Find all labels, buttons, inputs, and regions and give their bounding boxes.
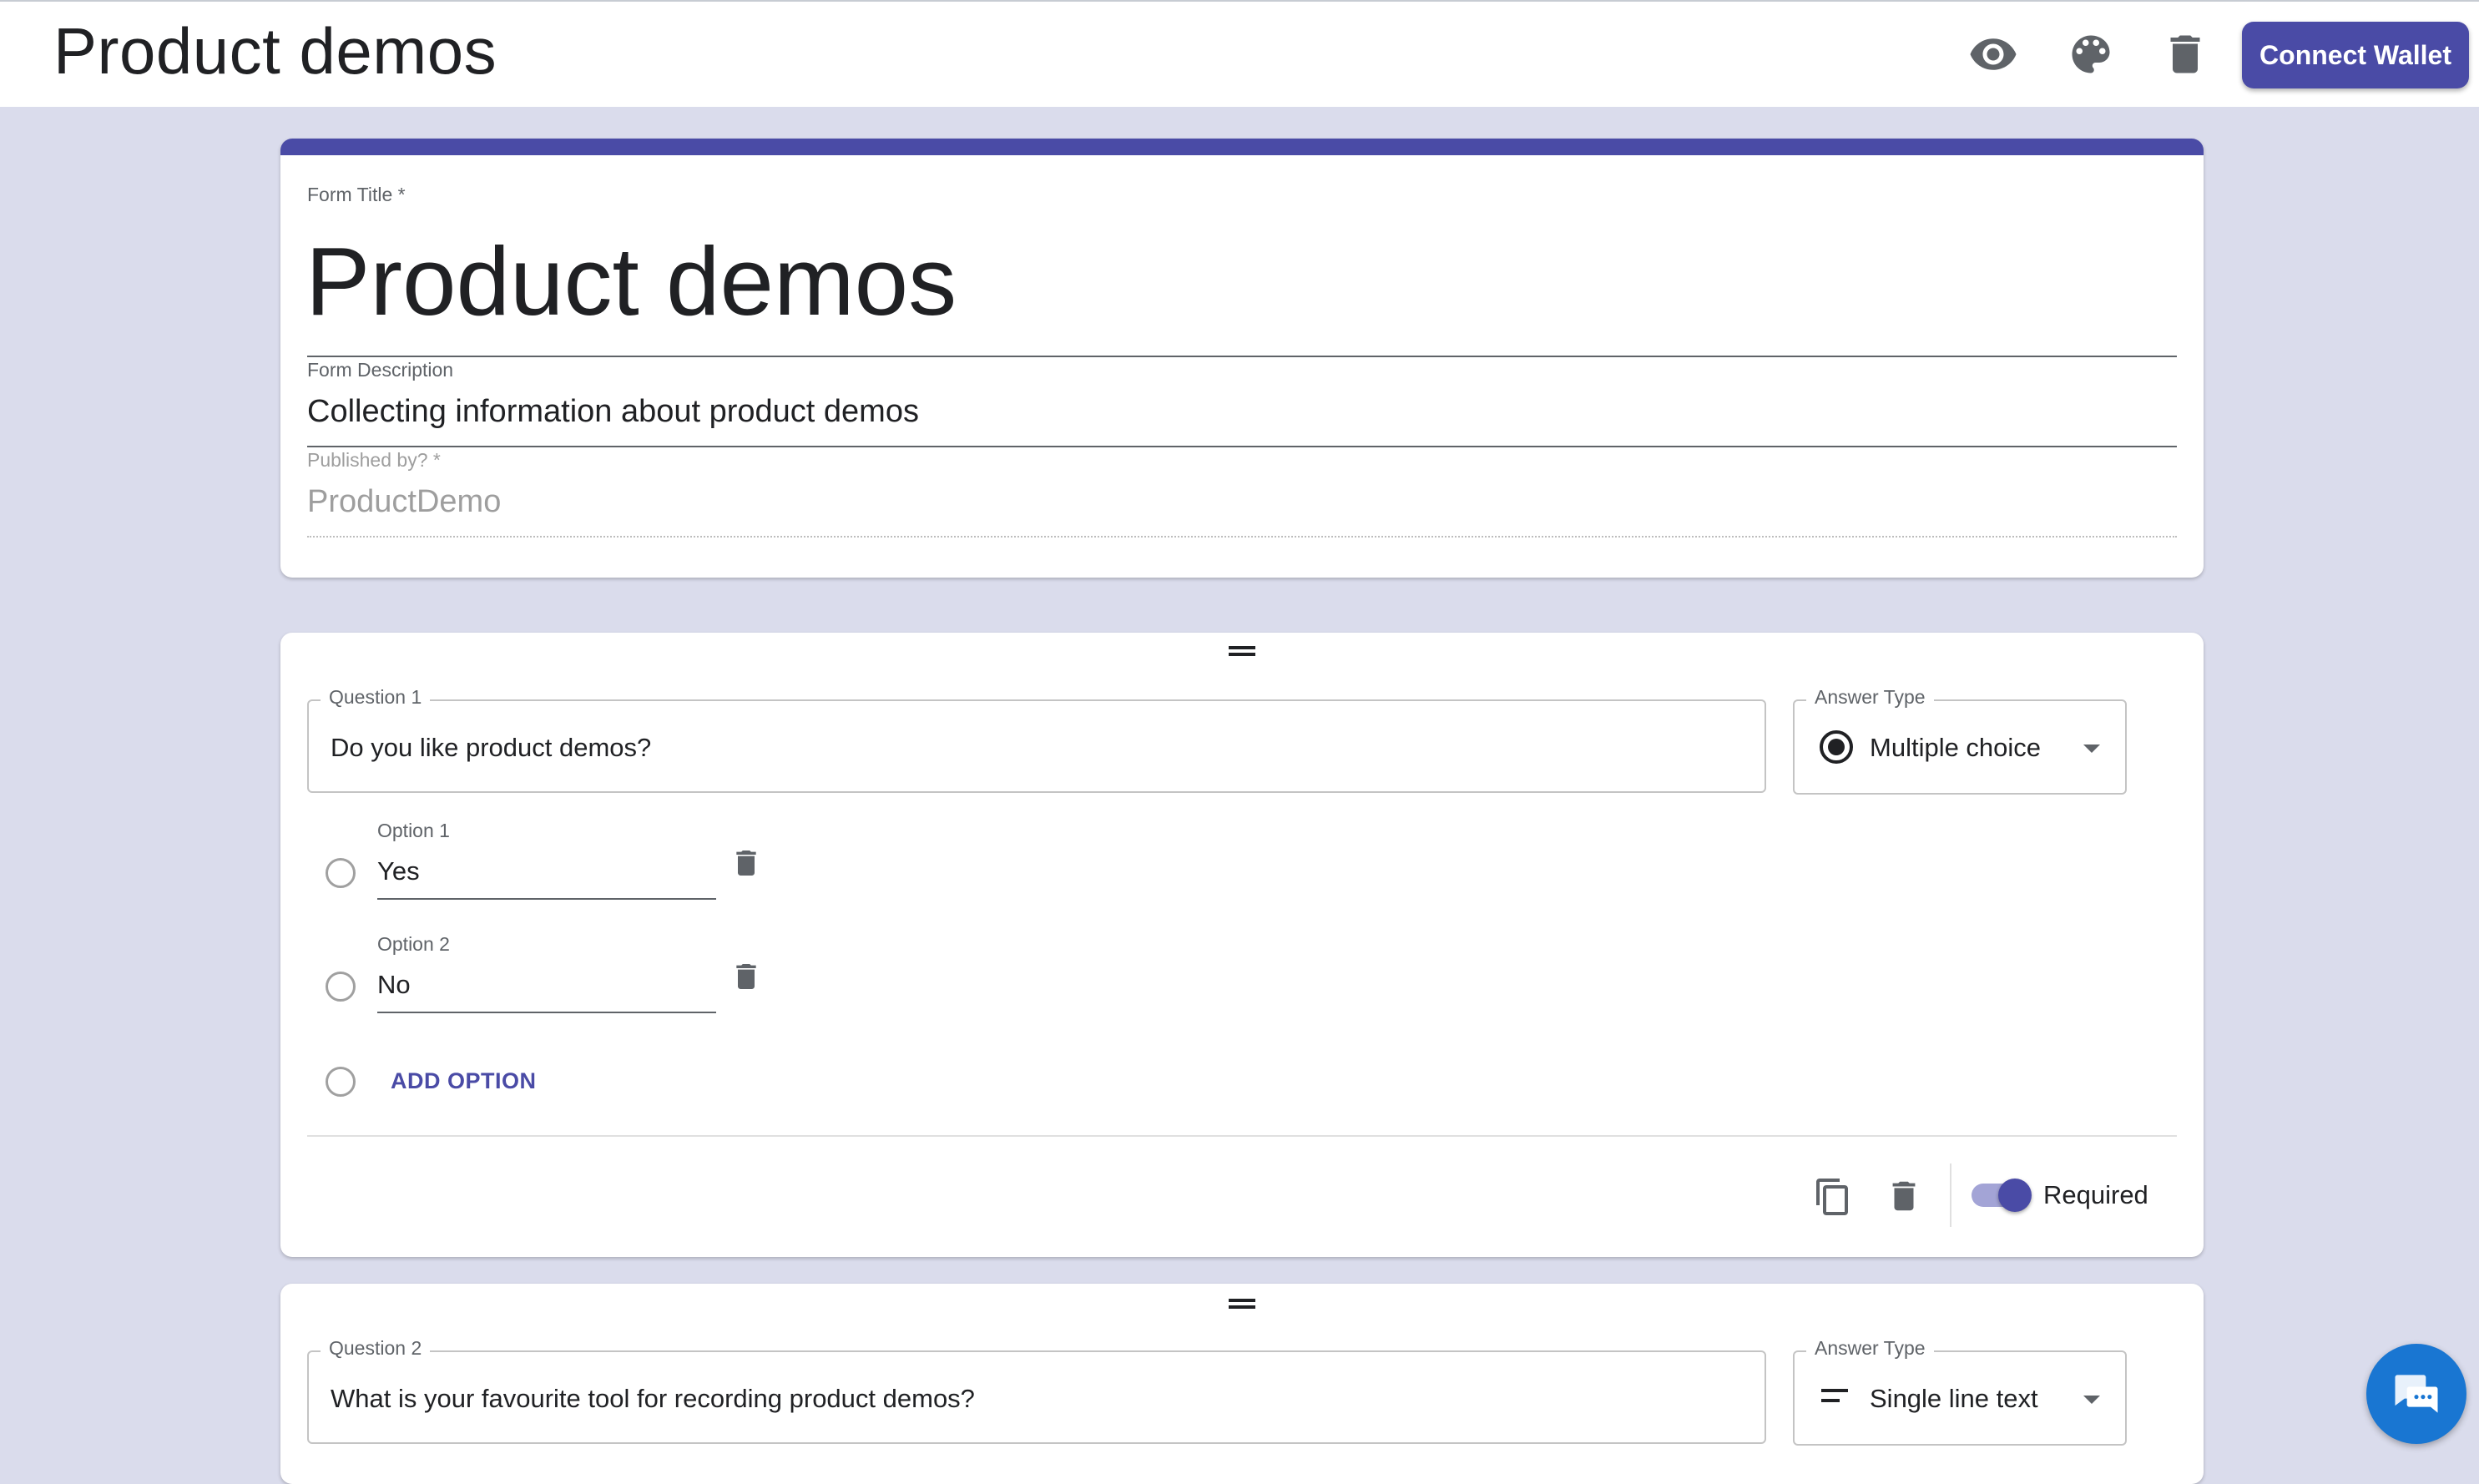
option-1-radio — [326, 858, 356, 888]
card-accent-bar — [280, 139, 2204, 155]
option-1-label: Option 1 — [377, 820, 450, 841]
chevron-down-icon — [2083, 745, 2100, 753]
add-option-button[interactable]: ADD OPTION — [391, 1068, 537, 1094]
copy-icon[interactable] — [1813, 1177, 1853, 1217]
question-1-input[interactable]: Do you like product demos? — [331, 733, 651, 763]
option-2-label: Option 2 — [377, 933, 450, 955]
form-header-card: Form Title * Product demos Form Descript… — [280, 139, 2204, 578]
question-card-1: Do you like product demos? Question 1 Mu… — [280, 633, 2204, 1257]
form-title-label: Form Title * — [307, 184, 406, 205]
published-by-underline — [307, 536, 2177, 538]
short-text-icon — [1821, 1389, 1848, 1402]
app-title: Product demos — [53, 14, 497, 88]
trash-icon[interactable] — [730, 960, 763, 993]
answer-type-select-1[interactable]: Multiple choice — [1793, 699, 2127, 795]
answer-type-label-2: Answer Type — [1806, 1337, 1934, 1360]
palette-icon[interactable] — [2066, 29, 2116, 79]
trash-icon[interactable] — [1885, 1177, 1923, 1215]
required-label: Required — [2043, 1180, 2148, 1209]
published-by-input[interactable]: ProductDemo — [307, 484, 501, 520]
option-2-underline — [377, 1012, 716, 1013]
form-description-underline — [307, 446, 2177, 447]
published-by-label: Published by? * — [307, 449, 441, 471]
question-1-field[interactable]: Do you like product demos? — [307, 699, 1766, 793]
form-description-label: Form Description — [307, 359, 454, 381]
answer-type-select-2[interactable]: Single line text — [1793, 1350, 2127, 1446]
form-description-input[interactable]: Collecting information about product dem… — [307, 394, 919, 430]
eye-icon[interactable] — [1968, 29, 2018, 79]
option-1-underline — [377, 898, 716, 900]
option-1-input[interactable]: Yes — [377, 856, 420, 886]
connect-wallet-button[interactable]: Connect Wallet — [2242, 22, 2469, 88]
footer-divider — [1950, 1163, 1951, 1227]
option-2-input[interactable]: No — [377, 970, 411, 1000]
question-2-field[interactable]: What is your favourite tool for recordin… — [307, 1350, 1766, 1444]
radio-checked-icon — [1820, 730, 1853, 764]
drag-handle-icon[interactable] — [1229, 1299, 1255, 1309]
trash-icon[interactable] — [730, 846, 763, 880]
answer-type-value-1: Multiple choice — [1870, 733, 2042, 762]
answer-type-value-2: Single line text — [1870, 1384, 2038, 1413]
card-divider — [307, 1135, 2177, 1137]
required-toggle[interactable] — [1965, 1177, 2032, 1214]
chat-icon — [2395, 1375, 2438, 1413]
option-2-radio — [326, 972, 356, 1002]
chat-support-button[interactable] — [2366, 1344, 2466, 1444]
question-2-input[interactable]: What is your favourite tool for recordin… — [331, 1384, 975, 1414]
answer-type-label-1: Answer Type — [1806, 686, 1934, 709]
form-title-underline — [307, 356, 2177, 357]
toggle-knob — [1998, 1179, 2032, 1212]
form-title-input[interactable]: Product demos — [305, 225, 957, 337]
add-option-radio — [326, 1067, 356, 1097]
question-card-2: What is your favourite tool for recordin… — [280, 1284, 2204, 1484]
question-1-label: Question 1 — [321, 686, 431, 709]
chevron-down-icon — [2083, 1396, 2100, 1404]
question-2-label: Question 2 — [321, 1337, 431, 1360]
drag-handle-icon[interactable] — [1229, 646, 1255, 656]
trash-icon[interactable] — [2160, 29, 2210, 79]
top-app-bar: Product demos Connect Wallet — [0, 0, 2479, 107]
